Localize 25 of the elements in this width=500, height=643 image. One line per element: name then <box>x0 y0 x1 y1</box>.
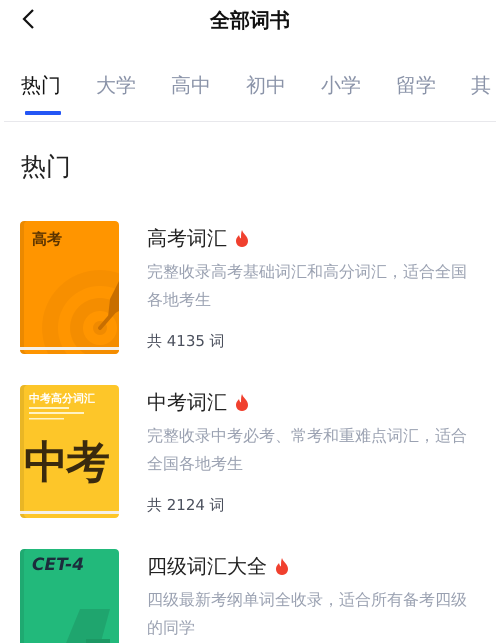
book-description: 完整收录中考必考、常考和重难点词汇，适合全国各地考生 <box>147 425 468 475</box>
category-tab[interactable]: 高中 <box>154 40 229 121</box>
book-cover[interactable]: CET-4 <box>20 549 119 643</box>
cover-title: CET-4 <box>32 555 84 575</box>
category-tab[interactable]: 留学 <box>379 40 454 121</box>
cover-title: 中考高分词汇 <box>29 391 95 406</box>
book-title[interactable]: 高考词汇 <box>147 225 227 252</box>
book-description: 完整收录高考基础词汇和高分词汇，适合全国各地考生 <box>147 261 468 311</box>
category-tab[interactable]: 小学 <box>304 40 379 121</box>
book-title[interactable]: 四级词汇大全 <box>147 553 267 580</box>
category-tab[interactable]: 热门 <box>4 40 79 121</box>
category-tab[interactable]: 大学 <box>79 40 154 121</box>
category-tab[interactable]: 初中 <box>229 40 304 121</box>
section-title: 热门 <box>21 151 71 183</box>
book-cover[interactable]: 高考 <box>20 221 119 354</box>
word-count: 共 2124 词 <box>147 496 225 515</box>
word-count: 共 4135 词 <box>147 332 225 351</box>
book-title[interactable]: 中考词汇 <box>147 389 227 416</box>
book-description: 四级最新考纲单词全收录，适合所有备考四级的同学 <box>147 589 468 639</box>
book-cover[interactable]: 中考高分词汇 中考 <box>20 385 119 518</box>
text-lines-icon <box>29 407 84 420</box>
page-title: 全部词书 <box>210 6 290 34</box>
cover-title: 高考 <box>32 230 62 249</box>
cover-big-text: 中考 <box>24 441 108 485</box>
category-tab[interactable]: 其 <box>454 40 496 121</box>
